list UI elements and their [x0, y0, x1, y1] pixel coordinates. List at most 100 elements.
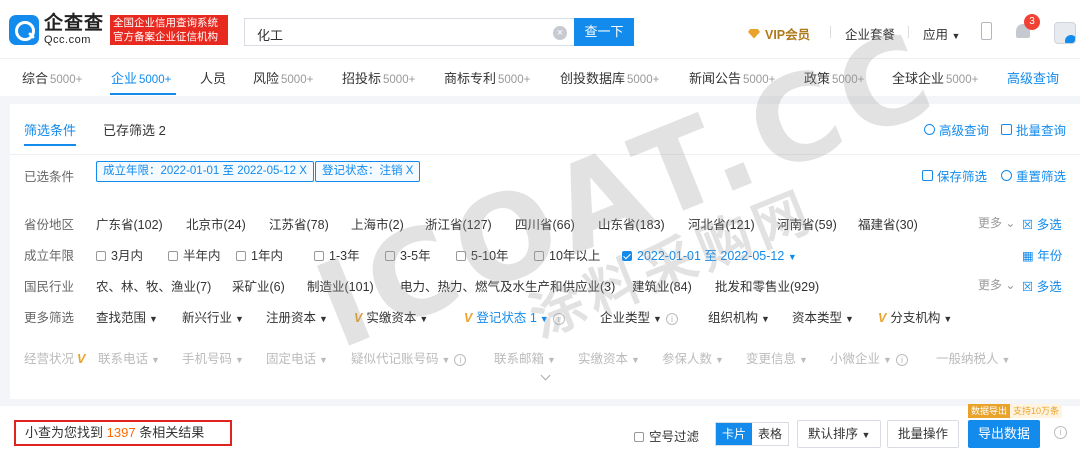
tab-trademark-patent[interactable]: 商标专利 5000+ [444, 68, 530, 87]
dropdown-search-scope[interactable]: 查找范围 ▼ [96, 307, 158, 326]
selected-label: 已选条件 [24, 170, 75, 184]
top-header: 企查查 Qcc.com 全国企业信用查询系统 官方备案企业征信机构 化工 × 查… [0, 0, 1080, 58]
checkbox-checked[interactable] [622, 251, 632, 261]
tab-news[interactable]: 新闻公告 5000+ [689, 68, 775, 87]
province-option[interactable]: 山东省(183) [598, 214, 665, 233]
years-picker[interactable]: ▦ 年份 [1022, 245, 1062, 264]
dropdown-small-micro[interactable]: 小微企业 ▼ i [830, 348, 908, 367]
tab-people[interactable]: 人员 [200, 68, 226, 87]
checkbox[interactable] [314, 251, 324, 261]
dropdown-registration-status[interactable]: V 登记状态 1 ▼ i [464, 307, 565, 326]
expand-chevron-icon[interactable] [540, 372, 552, 384]
dropdown-operating-status[interactable]: 经营状况 V [24, 348, 89, 367]
province-multi-select[interactable]: ☒ 多选 [1022, 214, 1062, 233]
avatar[interactable] [1054, 22, 1076, 44]
dropdown-company-type[interactable]: 企业类型 ▼ i [600, 307, 678, 326]
selected-chip-status[interactable]: 登记状态：注销 X [315, 161, 421, 182]
save-filter-link[interactable]: 保存筛选 [922, 166, 987, 185]
industry-option[interactable]: 采矿业(6) [232, 276, 285, 295]
reset-filter-link[interactable]: 重置筛选 [1001, 166, 1066, 185]
province-option[interactable]: 北京市(24) [186, 214, 246, 233]
selected-chip-founded[interactable]: 成立年限：2022-01-01 至 2022-05-12 X [96, 161, 314, 182]
view-table-button[interactable]: 表格 [752, 423, 788, 445]
province-option[interactable]: 浙江省(127) [425, 214, 492, 233]
province-more[interactable]: 更多 ⌄ [978, 214, 1015, 231]
dropdown-insured[interactable]: 参保人数 ▼ [662, 348, 724, 367]
apps-menu[interactable]: 应用 ▼ [923, 24, 960, 43]
industry-multi-select[interactable]: ☒ 多选 [1022, 276, 1062, 295]
batch-search-link[interactable]: 批量查询 [1001, 120, 1066, 139]
industry-option[interactable]: 农、林、牧、渔业(7) [96, 276, 211, 295]
search-button[interactable]: 查一下 [574, 18, 634, 46]
checkbox[interactable] [456, 251, 466, 261]
industry-option[interactable]: 电力、热力、燃气及水生产和供应业(3) [400, 276, 615, 295]
clear-icon[interactable]: × [553, 26, 567, 40]
checkbox[interactable] [236, 251, 246, 261]
dropdown-branches[interactable]: V 分支机构 ▼ [878, 307, 952, 326]
industry-label: 国民行业 [24, 280, 75, 294]
dropdown-changes[interactable]: 变更信息 ▼ [746, 348, 808, 367]
dropdown-organization[interactable]: 组织机构 ▼ [708, 307, 770, 326]
info-icon[interactable]: i [552, 313, 565, 325]
years-option[interactable]: 半年内 [168, 245, 221, 264]
tab-bidding[interactable]: 招投标 5000+ [342, 68, 415, 87]
dropdown-paid-capital-2[interactable]: 实缴资本 ▼ [578, 348, 640, 367]
view-card-button[interactable]: 卡片 [716, 423, 753, 445]
checkbox[interactable] [534, 251, 544, 261]
province-option[interactable]: 福建省(30) [858, 214, 918, 233]
checkbox[interactable] [168, 251, 178, 261]
sort-dropdown[interactable]: 默认排序 ▼ [797, 420, 882, 448]
dropdown-registered-capital[interactable]: 注册资本 ▼ [266, 307, 328, 326]
years-option[interactable]: 3月内 [96, 245, 143, 264]
province-option[interactable]: 河北省(121) [688, 214, 755, 233]
years-option[interactable]: 1年内 [236, 245, 283, 264]
dropdown-taxpayer[interactable]: 一般纳税人 ▼ [936, 348, 1010, 367]
export-button[interactable]: 导出数据 [968, 420, 1040, 448]
province-option[interactable]: 江苏省(78) [269, 214, 329, 233]
result-bar: 小查为您找到 1397 条相关结果 空号过滤 卡片 表格 默认排序 ▼ 批量操作… [0, 406, 1080, 458]
checkbox[interactable] [96, 251, 106, 261]
years-option[interactable]: 3-5年 [385, 245, 431, 264]
province-option[interactable]: 四川省(66) [515, 214, 575, 233]
years-option[interactable]: 10年以上 [534, 245, 600, 264]
tab-filter-conditions[interactable]: 筛选条件 [24, 120, 76, 139]
province-option[interactable]: 广东省(102) [96, 214, 163, 233]
dropdown-paid-capital[interactable]: V 实缴资本 ▼ [354, 307, 428, 326]
info-icon[interactable]: i [665, 313, 678, 325]
logo[interactable]: 企查查 Qcc.com [9, 14, 104, 46]
empty-number-filter[interactable]: 空号过滤 [634, 426, 699, 445]
tab-global[interactable]: 全球企业 5000+ [892, 68, 978, 87]
dropdown-email[interactable]: 联系邮箱 ▼ [494, 348, 556, 367]
province-option[interactable]: 河南省(59) [777, 214, 837, 233]
batch-operation-button[interactable]: 批量操作 [887, 420, 960, 448]
tab-vc-database[interactable]: 创投数据库 5000+ [560, 68, 659, 87]
industry-more[interactable]: 更多 ⌄ [978, 276, 1015, 293]
help-icon[interactable]: i [1054, 426, 1067, 439]
dropdown-emerging-industry[interactable]: 新兴行业 ▼ [182, 307, 244, 326]
dropdown-mobile[interactable]: 手机号码 ▼ [182, 348, 244, 367]
dropdown-bookkeeping-number[interactable]: 疑似代记账号码 ▼ i [351, 348, 467, 367]
tab-risk[interactable]: 风险 5000+ [253, 68, 313, 87]
package-link[interactable]: 企业套餐 [845, 24, 895, 43]
tab-saved-filters[interactable]: 已存筛选 2 [103, 120, 166, 139]
advanced-search-link[interactable]: 高级查询 [924, 120, 989, 139]
industry-option[interactable]: 批发和零售业(929) [715, 276, 819, 295]
tab-comprehensive[interactable]: 综合 5000+ [22, 68, 82, 87]
tab-advanced-search[interactable]: 高级查询 [1007, 68, 1059, 87]
province-option[interactable]: 上海市(2) [351, 214, 404, 233]
years-option[interactable]: 5-10年 [456, 245, 509, 264]
phone-icon[interactable] [981, 22, 992, 40]
dropdown-contact-phone[interactable]: 联系电话 ▼ [98, 348, 160, 367]
industry-option[interactable]: 制造业(101) [307, 276, 374, 295]
vip-icon: V [464, 311, 473, 325]
checkbox[interactable] [634, 432, 644, 442]
dropdown-landline[interactable]: 固定电话 ▼ [266, 348, 328, 367]
years-option[interactable]: 1-3年 [314, 245, 360, 264]
years-option-custom[interactable]: 2022-01-01 至 2022-05-12 ▼ [622, 245, 797, 264]
checkbox[interactable] [385, 251, 395, 261]
dropdown-capital-type[interactable]: 资本类型 ▼ [792, 307, 854, 326]
tab-policy[interactable]: 政策 5000+ [804, 68, 864, 87]
industry-option[interactable]: 建筑业(84) [632, 276, 692, 295]
vip-link[interactable]: VIP会员 [748, 24, 810, 43]
tab-enterprise[interactable]: 企业 5000+ [111, 68, 171, 87]
